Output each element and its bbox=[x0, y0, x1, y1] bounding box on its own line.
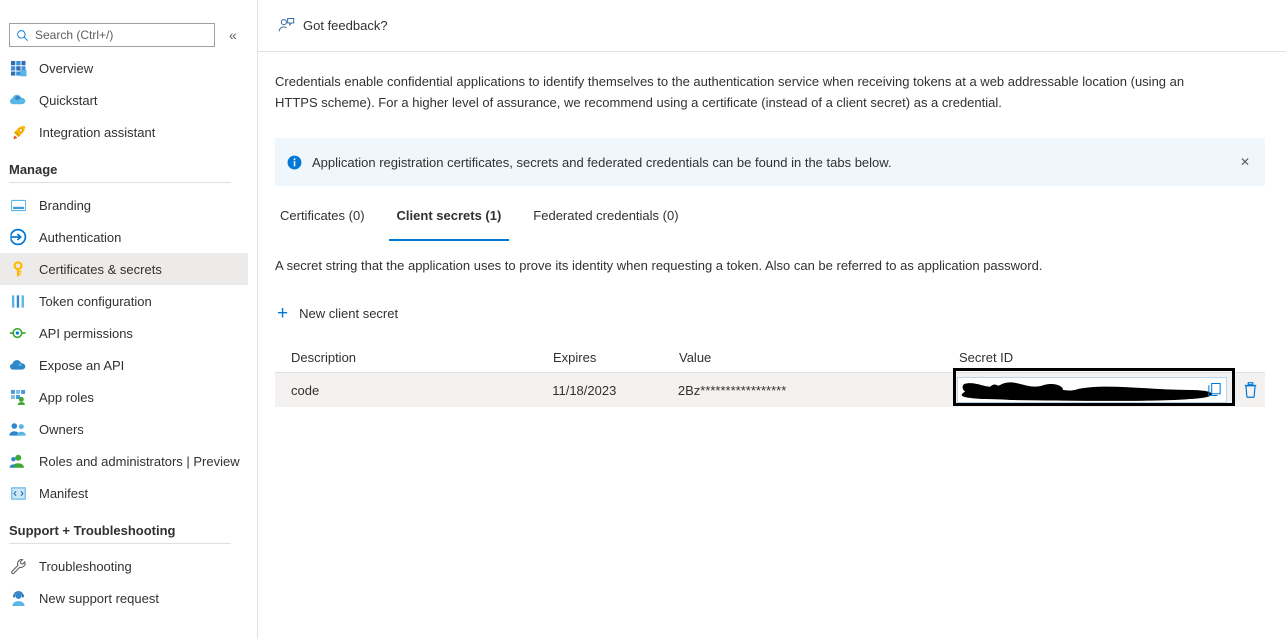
sidebar-divider bbox=[9, 543, 231, 544]
sidebar-item-app-roles[interactable]: App roles bbox=[0, 381, 248, 413]
got-feedback-label: Got feedback? bbox=[303, 18, 388, 33]
sidebar-item-integration-assistant[interactable]: Integration assistant bbox=[0, 116, 248, 148]
owners-icon bbox=[8, 419, 28, 439]
lead-paragraph: Credentials enable confidential applicat… bbox=[275, 52, 1225, 113]
rocket-icon bbox=[8, 122, 28, 142]
sidebar-item-label: Token configuration bbox=[39, 294, 152, 309]
got-feedback-button[interactable]: Got feedback? bbox=[270, 9, 396, 43]
cell-expires: 11/18/2023 bbox=[552, 383, 678, 398]
cell-value: 2Bz***************** bbox=[678, 383, 957, 398]
manifest-icon bbox=[8, 483, 28, 503]
sidebar-item-owners[interactable]: Owners bbox=[0, 413, 248, 445]
search-icon bbox=[16, 29, 29, 42]
azure-portal-app: « Overview bbox=[0, 0, 1286, 639]
info-banner: Application registration certificates, s… bbox=[275, 138, 1265, 186]
branding-icon bbox=[8, 195, 28, 215]
info-icon bbox=[287, 155, 302, 170]
sidebar-item-label: App roles bbox=[39, 390, 94, 405]
new-client-secret-button[interactable]: + New client secret bbox=[275, 299, 404, 327]
sidebar-manage-nav: Branding Authentication bbox=[0, 189, 257, 509]
sidebar-item-label: Quickstart bbox=[39, 93, 98, 108]
support-agent-icon bbox=[8, 588, 28, 608]
client-secrets-description: A secret string that the application use… bbox=[275, 258, 1266, 273]
sidebar-item-label: API permissions bbox=[39, 326, 133, 341]
search-box[interactable] bbox=[9, 23, 215, 47]
sidebar-item-token-configuration[interactable]: Token configuration bbox=[0, 285, 248, 317]
cloud-icon bbox=[8, 90, 28, 110]
sidebar-support-nav: Troubleshooting New support request bbox=[0, 550, 257, 614]
feedback-person-icon bbox=[278, 17, 295, 34]
grid-icon bbox=[8, 58, 28, 78]
secret-id-redaction bbox=[958, 378, 1227, 403]
column-header-description: Description bbox=[275, 350, 553, 365]
authentication-icon bbox=[8, 227, 28, 247]
sidebar-item-label: Manifest bbox=[39, 486, 88, 501]
table-row[interactable]: code 11/18/2023 2Bz***************** bbox=[275, 373, 1265, 407]
tab-bar: Certificates (0) Client secrets (1) Fede… bbox=[275, 208, 1266, 242]
secret-id-wrapper bbox=[957, 373, 1261, 407]
new-client-secret-label: New client secret bbox=[299, 306, 398, 321]
main-content: Got feedback? Credentials enable confide… bbox=[258, 0, 1286, 639]
sidebar-item-certificates-and-secrets[interactable]: Certificates & secrets bbox=[0, 253, 248, 285]
sidebar-item-label: Overview bbox=[39, 61, 93, 76]
column-header-secret-id: Secret ID bbox=[959, 350, 1265, 365]
sidebar-item-label: Roles and administrators | Preview bbox=[39, 454, 240, 469]
search-input[interactable] bbox=[35, 25, 195, 45]
sidebar-section-support: Support + Troubleshooting bbox=[0, 509, 257, 543]
sidebar-search-row: « bbox=[0, 0, 257, 52]
app-roles-icon bbox=[8, 387, 28, 407]
tab-federated-credentials[interactable]: Federated credentials (0) bbox=[525, 208, 686, 241]
tab-label: Federated credentials (0) bbox=[533, 208, 678, 223]
sidebar-item-troubleshooting[interactable]: Troubleshooting bbox=[0, 550, 248, 582]
delete-icon[interactable] bbox=[1239, 378, 1261, 402]
sidebar: « Overview bbox=[0, 0, 258, 639]
sidebar-item-label: New support request bbox=[39, 591, 159, 606]
sidebar-item-label: Certificates & secrets bbox=[39, 262, 162, 277]
sidebar-item-new-support-request[interactable]: New support request bbox=[0, 582, 248, 614]
sidebar-item-overview[interactable]: Overview bbox=[0, 52, 248, 84]
sidebar-item-authentication[interactable]: Authentication bbox=[0, 221, 248, 253]
info-banner-text: Application registration certificates, s… bbox=[312, 155, 892, 170]
sidebar-item-label: Authentication bbox=[39, 230, 121, 245]
column-header-expires: Expires bbox=[553, 350, 679, 365]
api-permissions-icon bbox=[8, 323, 28, 343]
tab-certificates[interactable]: Certificates (0) bbox=[272, 208, 373, 241]
wrench-icon bbox=[8, 556, 28, 576]
sidebar-item-api-permissions[interactable]: API permissions bbox=[0, 317, 248, 349]
sidebar-item-roles-and-administrators[interactable]: Roles and administrators | Preview bbox=[0, 445, 248, 477]
key-icon bbox=[8, 259, 28, 279]
sidebar-item-manifest[interactable]: Manifest bbox=[0, 477, 248, 509]
cloud-api-icon bbox=[8, 355, 28, 375]
cell-description: code bbox=[275, 383, 552, 398]
sidebar-item-branding[interactable]: Branding bbox=[0, 189, 248, 221]
sidebar-top-nav: Overview Quickstart bbox=[0, 52, 257, 148]
tab-label: Client secrets (1) bbox=[397, 208, 502, 223]
sidebar-item-label: Branding bbox=[39, 198, 91, 213]
client-secrets-table: Description Expires Value Secret ID code… bbox=[275, 343, 1265, 407]
tab-client-secrets[interactable]: Client secrets (1) bbox=[389, 208, 510, 241]
column-header-value: Value bbox=[679, 350, 959, 365]
table-header-row: Description Expires Value Secret ID bbox=[275, 343, 1265, 373]
sidebar-item-label: Troubleshooting bbox=[39, 559, 132, 574]
copy-icon[interactable] bbox=[1207, 382, 1222, 400]
sidebar-item-quickstart[interactable]: Quickstart bbox=[0, 84, 248, 116]
plus-icon: + bbox=[277, 304, 288, 323]
token-icon bbox=[8, 291, 28, 311]
secret-id-field[interactable] bbox=[957, 377, 1227, 403]
sidebar-section-manage: Manage bbox=[0, 148, 257, 182]
roles-admin-icon bbox=[8, 451, 28, 471]
tab-label: Certificates (0) bbox=[280, 208, 365, 223]
content-area: Credentials enable confidential applicat… bbox=[258, 52, 1286, 407]
sidebar-item-label: Owners bbox=[39, 422, 84, 437]
close-icon[interactable]: ✕ bbox=[1237, 153, 1253, 171]
sidebar-item-expose-an-api[interactable]: Expose an API bbox=[0, 349, 248, 381]
cell-secret-id bbox=[957, 373, 1265, 407]
collapse-sidebar-button[interactable]: « bbox=[226, 26, 240, 44]
sidebar-divider bbox=[9, 182, 231, 183]
sidebar-item-label: Integration assistant bbox=[39, 125, 155, 140]
command-bar: Got feedback? bbox=[258, 0, 1286, 52]
sidebar-item-label: Expose an API bbox=[39, 358, 124, 373]
